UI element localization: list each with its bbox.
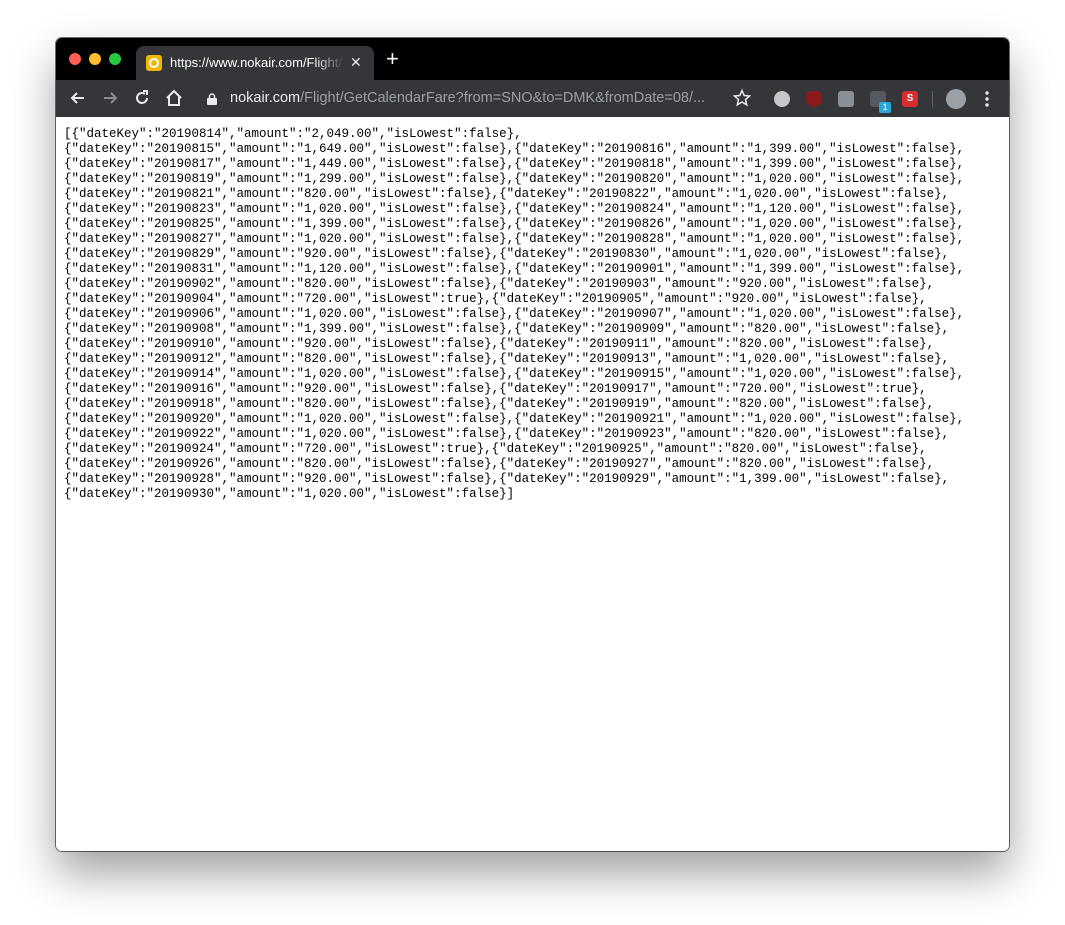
page-content: [{"dateKey":"20190814","amount":"2,049.0… — [56, 117, 1009, 851]
arrow-right-icon — [104, 92, 118, 104]
close-tab-icon[interactable]: ✕ — [350, 54, 362, 71]
url-host: nokair.com — [230, 90, 301, 106]
close-window-button[interactable] — [69, 53, 81, 65]
zoom-window-button[interactable] — [109, 53, 121, 65]
json-response-text: [{"dateKey":"20190814","amount":"2,049.0… — [64, 127, 965, 501]
bookmark-star-icon[interactable] — [732, 88, 752, 108]
s-extension-icon[interactable]: S — [902, 91, 918, 107]
lock-icon[interactable] — [207, 92, 217, 105]
forward-button[interactable] — [100, 88, 120, 108]
active-tab[interactable]: https://www.nokair.com/Flight/ ✕ — [136, 46, 374, 80]
toolbar-divider — [932, 91, 933, 107]
new-tab-button[interactable]: + — [386, 48, 399, 70]
profile-avatar[interactable] — [946, 89, 966, 109]
url-path: /Flight/GetCalendarFare?from=SNO&to=DMK&… — [300, 90, 706, 106]
address-bar[interactable]: nokair.com/Flight/GetCalendarFare?from=S… — [230, 90, 720, 108]
home-button[interactable] — [164, 88, 184, 108]
back-button[interactable] — [68, 88, 88, 108]
devtools-extension-icon[interactable] — [838, 91, 854, 107]
arrow-left-icon — [70, 92, 84, 104]
title-bar: https://www.nokair.com/Flight/ ✕ + — [56, 38, 1009, 80]
reload-button[interactable] — [132, 88, 152, 108]
reload-icon — [136, 90, 148, 104]
browser-window: https://www.nokair.com/Flight/ ✕ + nokai… — [56, 38, 1009, 851]
more-vert-icon[interactable] — [982, 90, 992, 108]
browser-toolbar: nokair.com/Flight/GetCalendarFare?from=S… — [56, 80, 1009, 117]
ublock-origin-icon[interactable] — [806, 91, 822, 107]
tab-title: https://www.nokair.com/Flight/ — [170, 55, 342, 70]
nokair-favicon-icon — [146, 55, 162, 71]
minimize-window-button[interactable] — [89, 53, 101, 65]
home-icon — [166, 89, 182, 106]
s-extension-label: S — [906, 93, 914, 104]
extension-badge: 1 — [879, 102, 891, 113]
line-extension-icon[interactable] — [774, 91, 790, 107]
